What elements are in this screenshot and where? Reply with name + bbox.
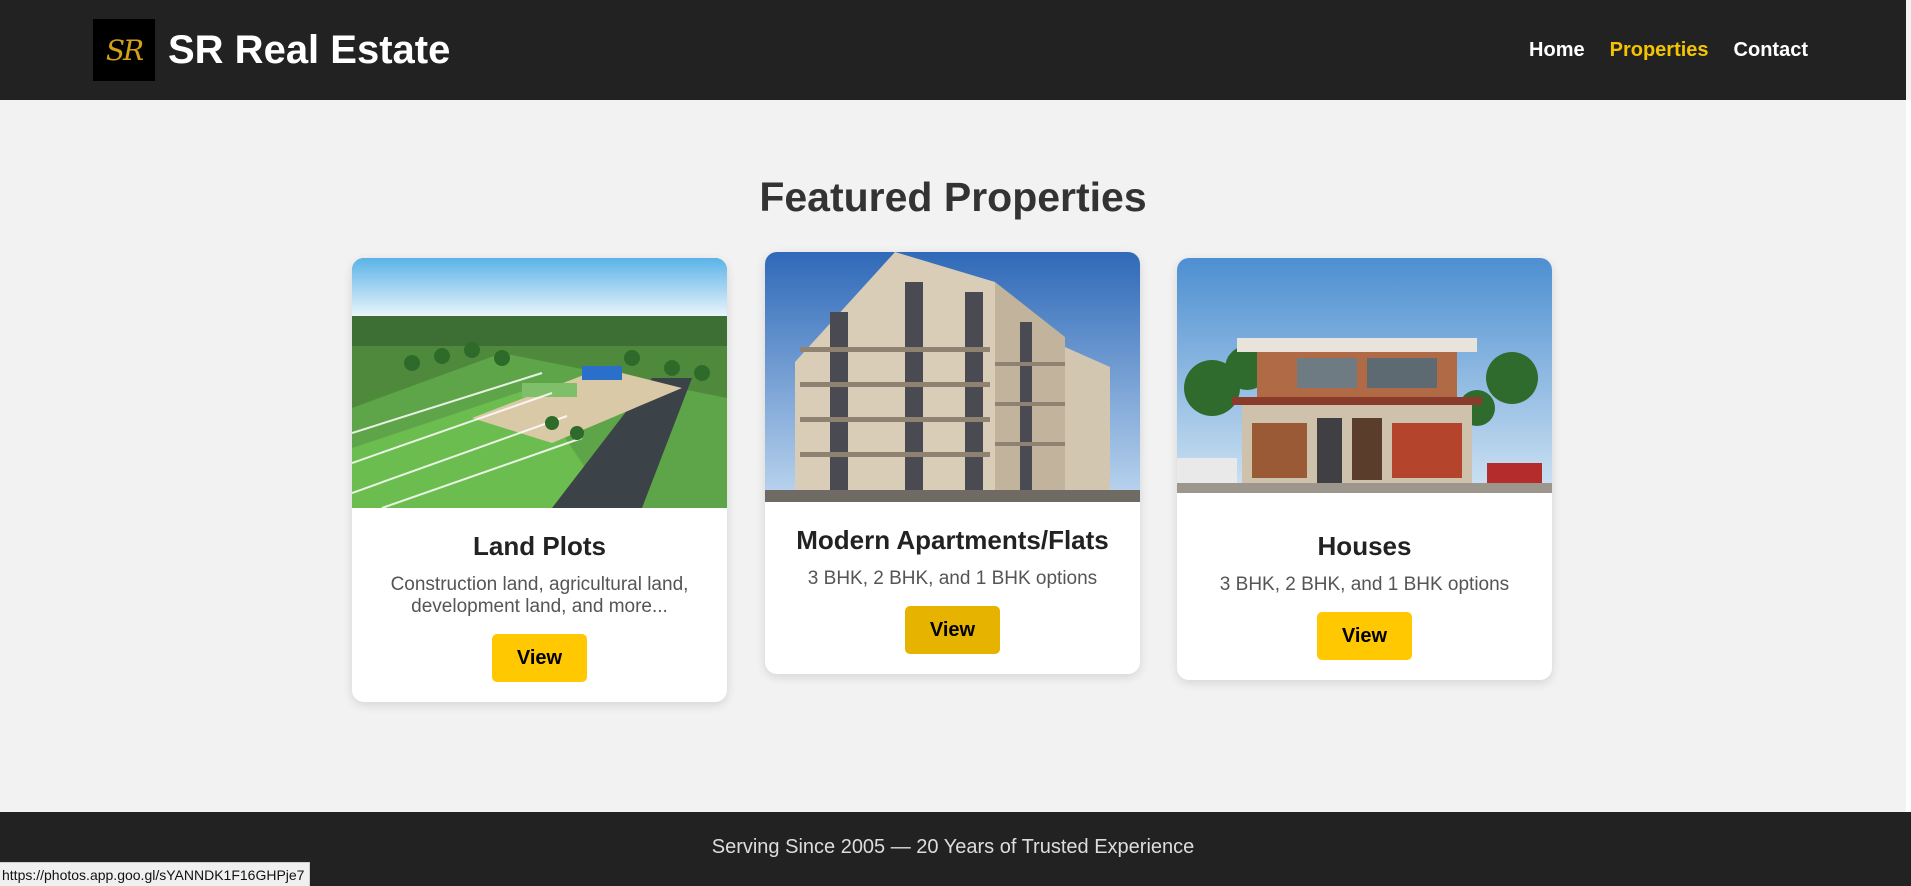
brand-title[interactable]: SR Real Estate bbox=[168, 26, 450, 74]
status-bar-url: https://photos.app.goo.gl/sYANNDK1F16GHP… bbox=[0, 862, 311, 886]
nav-properties[interactable]: Properties bbox=[1610, 38, 1709, 62]
card-title: Modern Apartments/Flats bbox=[796, 525, 1109, 555]
page: SR SR Real Estate Home Properties Contac… bbox=[0, 0, 1911, 886]
card-description: 3 BHK, 2 BHK, and 1 BHK options bbox=[1219, 574, 1510, 595]
card-description: 3 BHK, 2 BHK, and 1 BHK options bbox=[807, 568, 1098, 589]
property-card-houses: Houses 3 BHK, 2 BHK, and 1 BHK options V… bbox=[1177, 258, 1552, 680]
land-plots-image bbox=[352, 258, 727, 508]
property-card-apartments: Modern Apartments/Flats 3 BHK, 2 BHK, an… bbox=[765, 252, 1140, 674]
nav-home[interactable]: Home bbox=[1529, 38, 1585, 62]
sr-monogram-icon: SR bbox=[105, 33, 144, 67]
view-button-apartments[interactable]: View bbox=[905, 606, 1000, 654]
section-title: Featured Properties bbox=[759, 174, 1147, 220]
card-title: Land Plots bbox=[473, 531, 606, 561]
main-nav: Home Properties Contact bbox=[1529, 38, 1808, 62]
property-card-land-plots: Land Plots Construction land, agricultur… bbox=[352, 258, 727, 702]
footer-tagline: Serving Since 2005 — 20 Years of Trusted… bbox=[711, 836, 1195, 858]
site-header: SR SR Real Estate Home Properties Contac… bbox=[0, 0, 1906, 100]
view-button-houses[interactable]: View bbox=[1317, 612, 1412, 660]
scrollbar-edge bbox=[1906, 100, 1911, 812]
houses-image bbox=[1177, 258, 1552, 508]
view-button-land-plots[interactable]: View bbox=[492, 634, 587, 682]
nav-contact[interactable]: Contact bbox=[1734, 38, 1808, 62]
card-description: Construction land, agricultural land, de… bbox=[390, 574, 689, 617]
logo[interactable]: SR bbox=[93, 19, 155, 81]
apartments-image bbox=[765, 252, 1140, 502]
card-title: Houses bbox=[1317, 531, 1412, 561]
